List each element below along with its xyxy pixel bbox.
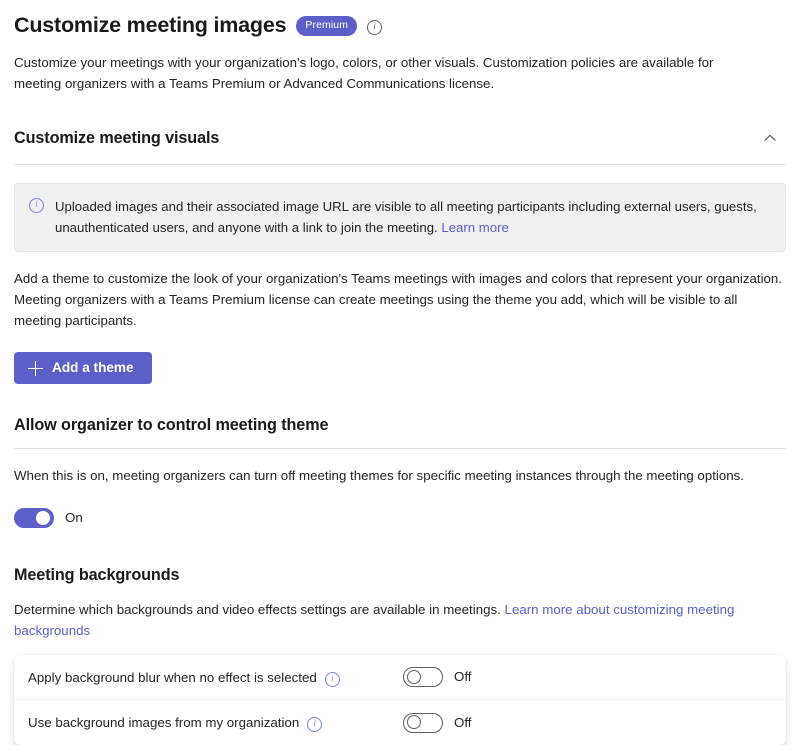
organizer-toggle-row: On [14,486,786,528]
toggle-knob [407,670,421,684]
use-org-background-images-toggle[interactable] [403,713,443,733]
page-description: Customize your meetings with your organi… [0,39,715,94]
learn-more-link[interactable]: Learn more [441,220,508,235]
organizer-theme-toggle[interactable] [14,508,54,528]
row-label: Apply background blur when no effect is … [28,670,403,685]
info-icon[interactable]: i [307,717,322,732]
divider-visuals [14,164,786,165]
section-header-backgrounds: Meeting backgrounds [14,530,786,586]
section-title-backgrounds: Meeting backgrounds [14,564,179,586]
table-row: Use background images from my organizati… [14,700,786,745]
page-title: Customize meeting images [14,11,286,39]
apply-background-blur-toggle[interactable] [403,667,443,687]
visuals-body-text: Add a theme to customize the look of you… [14,252,786,331]
section-header-organizer: Allow organizer to control meeting theme [14,384,786,436]
customize-meeting-visuals-section: Customize meeting visuals i Uploaded ima… [0,94,800,384]
organizer-body-text: When this is on, meeting organizers can … [14,449,786,486]
info-banner-text: Uploaded images and their associated ima… [55,196,771,238]
meeting-backgrounds-section: Meeting backgrounds Determine which back… [0,528,800,641]
info-icon: i [29,198,44,213]
row-control: Off [403,667,472,687]
row-label: Use background images from my organizati… [28,715,403,730]
organizer-toggle-label: On [65,508,83,528]
section-title-visuals: Customize meeting visuals [14,127,219,149]
toggle-knob [407,715,421,729]
row-label-text: Use background images from my organizati… [28,715,299,730]
info-banner: i Uploaded images and their associated i… [14,183,786,252]
info-icon[interactable]: i [367,20,382,35]
info-icon[interactable]: i [325,672,340,687]
backgrounds-description: Determine which backgrounds and video ef… [14,602,501,617]
use-org-background-images-toggle-label: Off [454,713,472,733]
row-control: Off [403,713,472,733]
premium-badge: Premium [296,16,357,36]
table-row: Apply background blur when no effect is … [14,655,786,700]
page-header: Customize meeting images Premium i [0,0,800,39]
section-title-organizer: Allow organizer to control meeting theme [14,414,328,436]
plus-icon [28,361,43,376]
backgrounds-body-text: Determine which backgrounds and video ef… [14,586,744,641]
settings-page: Customize meeting images Premium i Custo… [0,0,800,714]
chevron-up-icon[interactable] [756,124,784,152]
allow-organizer-section: Allow organizer to control meeting theme… [0,384,800,528]
toggle-knob [36,511,50,525]
add-a-theme-label: Add a theme [52,361,134,375]
info-banner-message: Uploaded images and their associated ima… [55,199,757,235]
backgrounds-settings-card: Apply background blur when no effect is … [14,655,786,745]
add-a-theme-button[interactable]: Add a theme [14,352,152,384]
apply-background-blur-toggle-label: Off [454,667,472,687]
section-header-visuals: Customize meeting visuals [14,94,786,152]
row-label-text: Apply background blur when no effect is … [28,670,317,685]
